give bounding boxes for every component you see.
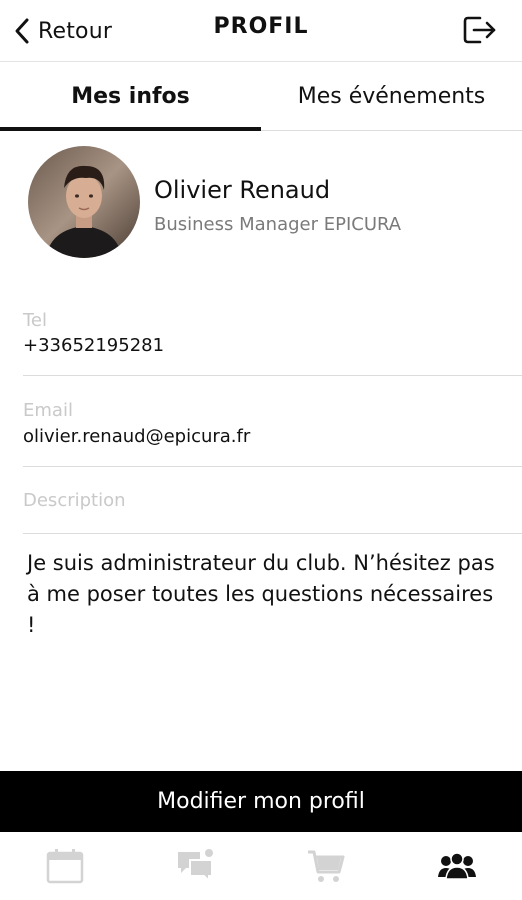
tel-label: Tel <box>23 310 48 331</box>
app-header: Retour PROFIL <box>0 0 522 62</box>
email-value: olivier.renaud@epicura.fr <box>23 426 251 447</box>
profile-tabs: Mes infos Mes événements <box>0 63 522 131</box>
users-icon <box>437 852 476 880</box>
tab-mes-infos[interactable]: Mes infos <box>0 63 261 131</box>
description-label: Description <box>23 490 126 511</box>
divider <box>23 466 522 467</box>
edit-profile-button[interactable]: Modifier mon profil <box>0 771 522 832</box>
divider <box>23 533 522 534</box>
nav-chat[interactable] <box>131 832 262 900</box>
bottom-nav <box>0 832 522 900</box>
tel-value: +33652195281 <box>23 335 165 356</box>
nav-calendar[interactable] <box>0 832 131 900</box>
email-label: Email <box>23 400 73 421</box>
profile-role: Business Manager EPICURA <box>154 214 402 235</box>
calendar-icon <box>47 849 84 884</box>
tab-mes-evenements[interactable]: Mes événements <box>261 63 522 130</box>
chat-icon <box>177 849 213 884</box>
cart-icon <box>308 850 345 882</box>
description-text: Je suis administrateur du club. N’hésite… <box>27 551 495 637</box>
nav-cart[interactable] <box>261 832 392 900</box>
divider <box>23 375 522 376</box>
page-title: PROFIL <box>213 14 309 39</box>
profile-name: Olivier Renaud <box>154 176 331 204</box>
logout-icon[interactable] <box>462 14 498 46</box>
nav-members[interactable] <box>392 832 522 900</box>
avatar <box>28 146 140 258</box>
